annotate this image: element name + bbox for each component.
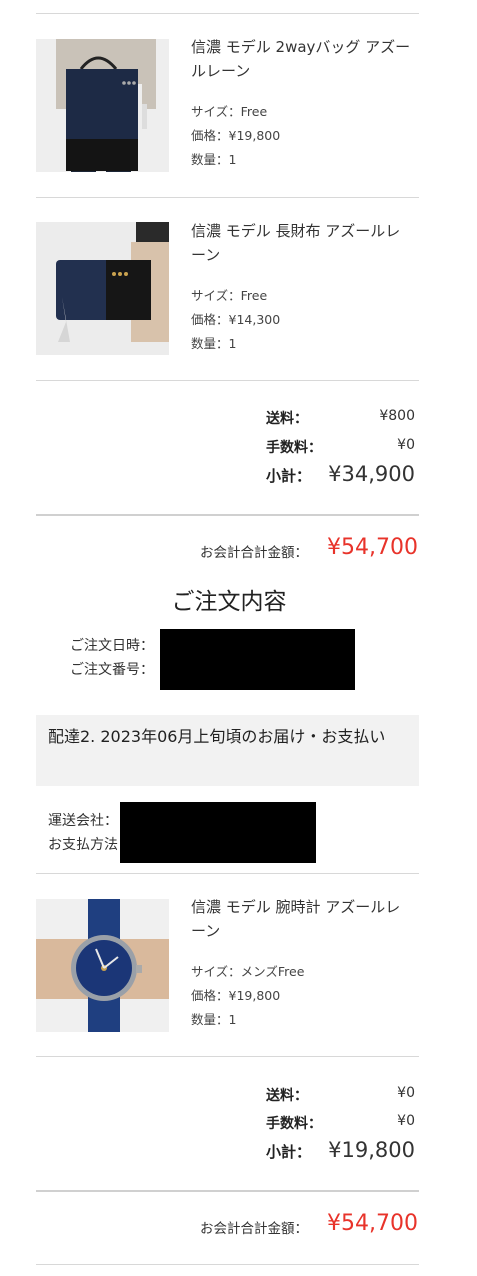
redacted-order-info [160,629,355,690]
grand-total-label: お会計合計金額： [200,545,308,561]
wallet-photo-icon [36,222,169,355]
divider [36,197,419,198]
divider [36,380,419,381]
divider [36,1056,419,1057]
divider [36,13,419,14]
section-title: ご注文内容 [171,589,287,615]
divider [36,514,419,516]
product-name[interactable]: 信濃 モデル 腕時計 アズールレーン [191,895,413,943]
product-size: サイズ：メンズFree [191,964,305,979]
product-price: 価格：¥19,800 [191,988,281,1003]
fee-value: ¥0 [397,437,415,453]
product-image-watch[interactable] [36,899,169,1032]
subtotal-value: ¥19,800 [328,1138,415,1162]
divider [36,1190,419,1192]
shipping-label: 送料： [266,411,308,427]
grand-total-value: ¥54,700 [327,1211,418,1236]
product-quantity: 数量：1 [191,1012,237,1027]
shipping-value: ¥0 [397,1085,415,1101]
product-quantity: 数量：1 [191,152,237,167]
delivery-heading: 配達2. 2023年06月上旬頃のお届け・お支払い [48,727,386,746]
fee-value: ¥0 [397,1113,415,1129]
product-name[interactable]: 信濃 モデル 長財布 アズールレーン [191,219,413,267]
subtotal-label: 小計： [266,1143,312,1161]
product-price: 価格：¥19,800 [191,128,281,143]
redacted-delivery-info [120,802,316,863]
product-name[interactable]: 信濃 モデル 2wayバッグ アズールレーン [191,35,413,83]
subtotal-value: ¥34,900 [328,462,415,486]
order-date-label: ご注文日時： [70,638,154,654]
grand-total-value: ¥54,700 [327,535,418,560]
product-image-bag[interactable] [36,39,169,172]
product-price: 価格：¥14,300 [191,312,281,327]
fee-label: 手数料： [266,1116,322,1132]
payment-method-label: お支払方法 [48,837,118,853]
shipping-value: ¥800 [379,408,415,424]
product-size: サイズ：Free [191,288,268,303]
product-quantity: 数量：1 [191,336,237,351]
delivery-header: 配達2. 2023年06月上旬頃のお届け・お支払い [36,715,419,786]
fee-label: 手数料： [266,440,322,456]
product-size: サイズ：Free [191,104,268,119]
order-number-label: ご注文番号： [70,662,154,678]
carrier-label: 運送会社： [48,813,118,829]
product-image-wallet[interactable] [36,222,169,355]
watch-photo-icon [36,899,169,1032]
shipping-label: 送料： [266,1088,308,1104]
subtotal-label: 小計： [266,467,312,485]
bag-photo-icon [36,39,169,172]
divider [36,1264,419,1265]
divider [36,873,419,874]
grand-total-label: お会計合計金額： [200,1221,308,1237]
